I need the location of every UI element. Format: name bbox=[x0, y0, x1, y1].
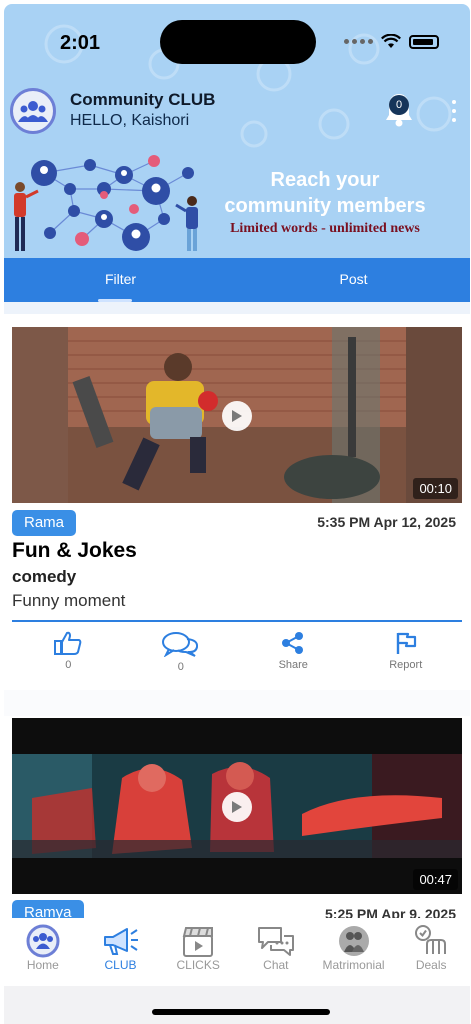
nav-matrimonial-label: Matrimonial bbox=[322, 958, 385, 972]
flag-icon bbox=[396, 632, 416, 654]
post-card: 00:47 Ramya 5:25 PM Apr 9, 2025 bbox=[12, 718, 462, 926]
post-description: Funny moment bbox=[12, 591, 126, 610]
banner-headline-line2: community members bbox=[224, 195, 426, 217]
couple-icon bbox=[338, 926, 369, 956]
notification-count-badge: 0 bbox=[389, 95, 409, 115]
video-duration: 00:47 bbox=[413, 869, 458, 890]
greeting-text: HELLO, Kaishori bbox=[70, 112, 190, 129]
like-button[interactable]: 0 bbox=[28, 631, 108, 673]
nav-home[interactable]: Home bbox=[4, 918, 82, 986]
home-indicator[interactable] bbox=[152, 1009, 330, 1015]
promo-banner: Reach your community members Limited wor… bbox=[4, 149, 470, 258]
nav-clicks-label: CLICKS bbox=[176, 958, 220, 972]
nav-clicks[interactable]: CLICKS bbox=[159, 918, 237, 986]
play-icon[interactable] bbox=[222, 401, 252, 431]
thumbs-up-icon bbox=[54, 631, 82, 655]
app-logo[interactable] bbox=[10, 88, 56, 134]
nav-home-label: Home bbox=[26, 958, 59, 972]
author-badge[interactable]: Rama bbox=[12, 510, 77, 536]
nav-chat-label: Chat bbox=[263, 958, 289, 972]
video-duration: 00:10 bbox=[413, 478, 458, 499]
app-header: Community CLUB HELLO, Kaishori 0 bbox=[4, 86, 470, 136]
share-label: Share bbox=[278, 659, 308, 671]
share-button[interactable]: Share bbox=[253, 631, 333, 673]
report-label: Report bbox=[389, 659, 423, 671]
comment-bubbles-icon bbox=[161, 632, 198, 657]
tab-filter[interactable]: Filter bbox=[4, 258, 237, 302]
nav-club[interactable]: CLUB bbox=[82, 918, 160, 986]
post-divider bbox=[12, 620, 462, 622]
signal-icon bbox=[344, 39, 373, 44]
banner-tagline: Limited words - unlimited news bbox=[230, 221, 420, 236]
like-count: 0 bbox=[65, 659, 72, 671]
nav-matrimonial[interactable]: Matrimonial bbox=[315, 918, 393, 986]
banner-headline: Reach your community members bbox=[210, 167, 440, 219]
nav-deals[interactable]: Deals bbox=[392, 918, 470, 986]
post-datetime: 5:35 PM Apr 12, 2025 bbox=[317, 514, 456, 530]
megaphone-icon bbox=[103, 928, 138, 955]
post-actions: 0 0 Share Report bbox=[12, 631, 462, 673]
tabs-spacer bbox=[4, 302, 470, 314]
video-thumbnail[interactable]: 00:10 bbox=[12, 327, 462, 503]
report-button[interactable]: Report bbox=[366, 631, 446, 673]
app-title: Community CLUB bbox=[70, 90, 216, 109]
share-icon bbox=[282, 632, 304, 654]
post-card: 00:10 Rama 5:35 PM Apr 12, 2025 Fun & Jo… bbox=[12, 327, 462, 677]
system-icons bbox=[344, 34, 439, 49]
network-people-illustration bbox=[14, 155, 198, 251]
home-indicator-area bbox=[4, 986, 470, 1024]
post-title: Fun & Jokes bbox=[12, 539, 137, 562]
card-separator bbox=[4, 690, 470, 716]
comment-count: 0 bbox=[177, 661, 184, 673]
more-options-icon[interactable] bbox=[450, 100, 458, 122]
clapperboard-icon bbox=[182, 927, 214, 957]
community-logo-icon bbox=[18, 101, 48, 122]
post-category: comedy bbox=[12, 567, 77, 586]
status-bar: 2:01 bbox=[4, 4, 470, 74]
video-thumbnail[interactable]: 00:47 bbox=[12, 718, 462, 894]
banner-headline-line1: Reach your bbox=[270, 169, 380, 191]
header-banner: 2:01 Community CLUB HELLO, Kaishori 0 Re… bbox=[4, 4, 470, 258]
status-time: 2:01 bbox=[60, 32, 101, 54]
tab-post[interactable]: Post bbox=[237, 258, 470, 302]
comment-button[interactable]: 0 bbox=[141, 631, 221, 673]
play-icon[interactable] bbox=[222, 792, 252, 822]
bottom-navigation: Home CLUB CLICKS Chat Matrimonial Deals bbox=[4, 918, 470, 986]
nav-chat[interactable]: Chat bbox=[237, 918, 315, 986]
wifi-icon bbox=[381, 34, 401, 48]
nav-deals-label: Deals bbox=[415, 958, 447, 972]
home-community-icon bbox=[26, 924, 60, 958]
nav-club-label: CLUB bbox=[104, 958, 137, 972]
deal-handshake-icon bbox=[415, 925, 447, 954]
feed-tabs: Filter Post bbox=[4, 258, 470, 302]
chat-bubbles-icon bbox=[257, 927, 294, 956]
dynamic-island bbox=[160, 20, 316, 64]
battery-icon bbox=[409, 34, 439, 49]
